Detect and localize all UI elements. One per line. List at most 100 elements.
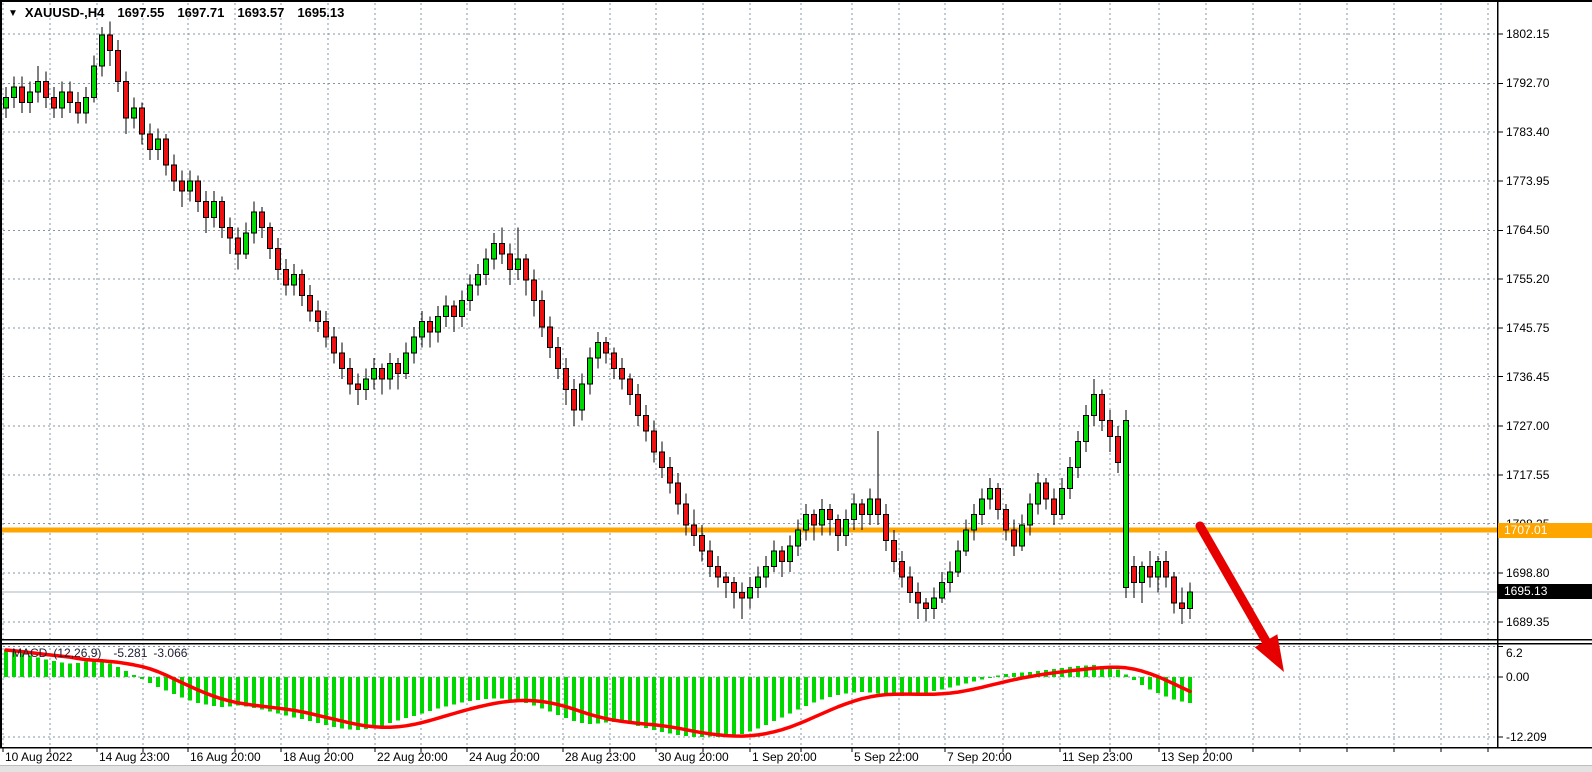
candle [148, 123, 153, 160]
candle [972, 504, 977, 541]
price-chart-canvas[interactable] [0, 0, 1592, 772]
bear-candle-body [892, 541, 897, 562]
candle [572, 379, 577, 426]
bear-candle-body [108, 35, 113, 51]
price-axis-label: 1717.55 [1506, 468, 1549, 482]
bear-candle-body [540, 301, 545, 327]
macd-bar [788, 677, 792, 713]
macd-bar [156, 677, 160, 687]
macd-bar [700, 677, 704, 737]
macd-bar [692, 677, 696, 737]
candle [1116, 426, 1121, 473]
candle [620, 358, 625, 389]
macd-bar [572, 677, 576, 721]
bear-candle-body [452, 306, 457, 316]
macd-bar [796, 677, 800, 709]
bear-candle-body [196, 181, 201, 202]
macd-bar [84, 661, 88, 677]
candle [308, 285, 313, 322]
macd-bar [252, 677, 256, 708]
candle [732, 577, 737, 608]
candle [12, 76, 17, 107]
date-axis-label: 24 Aug 20:00 [469, 750, 540, 764]
bull-candle-body [36, 82, 41, 92]
macd-bar [380, 677, 384, 726]
price-axis-label: 1727.00 [1506, 419, 1549, 433]
macd-bar [436, 677, 440, 708]
bull-candle-body [60, 92, 65, 108]
macd-bar [220, 677, 224, 707]
bull-candle-body [844, 520, 849, 536]
bull-candle-body [1036, 483, 1041, 504]
bull-candle-body [1084, 415, 1089, 441]
macd-bar [540, 677, 544, 708]
collapse-chart-icon[interactable]: ▼ [8, 8, 18, 19]
candle [180, 170, 185, 207]
candle [596, 332, 601, 369]
bull-candle-body [772, 551, 777, 567]
bear-candle-body [300, 275, 305, 296]
macd-bar [852, 677, 856, 693]
indicator-axis-label: 0.00 [1506, 670, 1529, 684]
annotation-arrow[interactable] [1200, 526, 1284, 672]
candle [436, 306, 441, 343]
macd-bar [644, 677, 648, 728]
macd-bar [372, 677, 376, 728]
resistance-price-tag: 1707.01 [1498, 523, 1592, 538]
bull-candle-body [796, 530, 801, 546]
candle [108, 22, 113, 66]
macd-bar [756, 677, 760, 729]
candle [260, 207, 265, 238]
candle [588, 348, 593, 395]
bull-candle-body [156, 139, 161, 149]
macd-histogram [4, 650, 1192, 737]
bear-candle-body [924, 603, 929, 608]
macd-bar [660, 677, 664, 732]
macd-bar [764, 677, 768, 725]
candle [1100, 389, 1105, 431]
candle [20, 76, 25, 113]
candle [748, 577, 753, 608]
bull-candle-body [188, 181, 193, 191]
candle [444, 295, 449, 326]
macd-bar [860, 677, 864, 692]
bull-candle-body [596, 342, 601, 358]
candle [44, 71, 49, 108]
macd-bar [148, 677, 152, 683]
price-axis-label: 1764.50 [1506, 223, 1549, 237]
macd-bar [500, 677, 504, 699]
bottom-scrollbar-strip[interactable] [0, 765, 1592, 772]
candle [900, 551, 905, 588]
bear-candle-body [636, 395, 641, 416]
candle [460, 290, 465, 327]
arrow-shaft [1200, 526, 1266, 641]
bear-candle-body [860, 504, 865, 514]
macd-bar [724, 677, 728, 737]
macd-bar [1140, 677, 1144, 685]
date-axis-label: 22 Aug 20:00 [377, 750, 448, 764]
macd-bar [828, 677, 832, 697]
candle [1188, 582, 1193, 619]
bull-candle-body [460, 301, 465, 317]
macd-bar [652, 677, 656, 730]
macd-bar [116, 667, 120, 677]
bull-candle-body [940, 582, 945, 598]
macd-bar [4, 650, 8, 677]
pane-separator[interactable] [0, 643, 1592, 645]
macd-bar [52, 661, 56, 677]
candle [28, 82, 33, 113]
macd-bar [444, 677, 448, 706]
bear-candle-body [1100, 395, 1105, 421]
candle [188, 170, 193, 201]
bear-candle-body [316, 311, 321, 321]
macd-bar [836, 677, 840, 695]
candle [628, 374, 633, 405]
candle [724, 572, 729, 598]
macd-bar [244, 677, 248, 706]
bear-candle-body [548, 327, 553, 348]
bull-candle-body [588, 358, 593, 384]
date-axis-label: 28 Aug 23:00 [565, 750, 636, 764]
pane-separator[interactable] [0, 639, 1592, 641]
macd-bar [932, 677, 936, 691]
bear-candle-body [124, 82, 129, 119]
